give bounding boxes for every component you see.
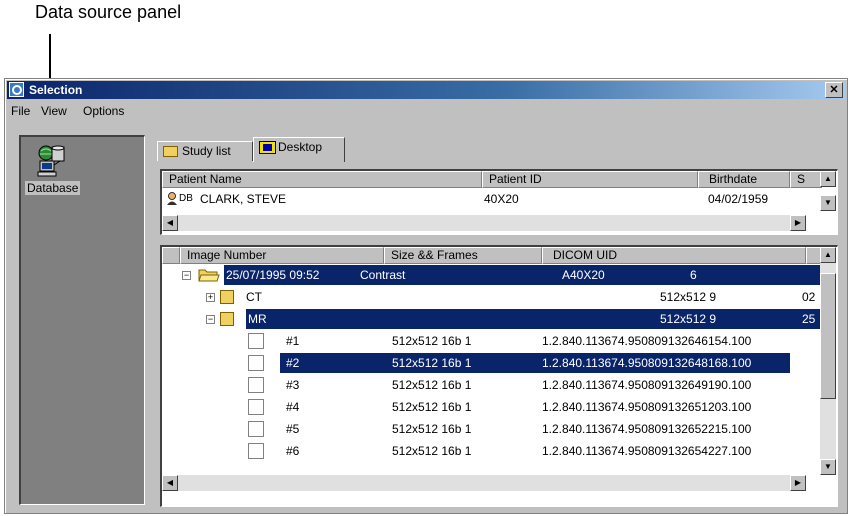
folder-icon: [163, 146, 178, 157]
image-row[interactable]: #3 512x512 16b 1 1.2.840.113674.95080913…: [162, 375, 837, 395]
column-patient-name[interactable]: Patient Name: [162, 171, 482, 188]
image-uid: 1.2.840.113674.950809132646154.100: [542, 334, 752, 348]
image-icon: [248, 443, 264, 459]
database-source[interactable]: Database: [25, 143, 81, 195]
desktop-icon: [259, 141, 276, 154]
image-number: #6: [286, 444, 300, 458]
tab-desktop[interactable]: Desktop: [253, 137, 345, 162]
open-folder-icon: [198, 269, 220, 282]
tab-study-list-label: Study list: [182, 144, 231, 158]
patient-id: 40X20: [484, 192, 519, 206]
series-extra-ct: 02: [802, 290, 816, 304]
image-row[interactable]: #4 512x512 16b 1 1.2.840.113674.95080913…: [162, 397, 837, 417]
image-row[interactable]: #1 512x512 16b 1 1.2.840.113674.95080913…: [162, 331, 837, 351]
column-image-number[interactable]: Image Number: [180, 247, 384, 264]
series-row-mr[interactable]: − MR 512x512 9 25: [162, 309, 837, 329]
study-id: A40X20: [562, 268, 605, 282]
series-size-ct: 512x512 9: [660, 290, 717, 304]
column-s[interactable]: S: [790, 171, 822, 188]
window-title: Selection: [29, 83, 83, 97]
database-icon: [34, 143, 70, 179]
data-source-panel: Database: [19, 135, 145, 505]
study-description: Contrast: [360, 268, 406, 282]
patient-list: Patient Name Patient ID Birthdate S ▲ ▼ …: [160, 169, 838, 235]
patient-hscroll-track[interactable]: [178, 215, 790, 231]
image-size: 512x512 16b 1: [392, 378, 472, 392]
patient-name: CLARK, STEVE: [200, 192, 287, 206]
column-blank: [162, 247, 180, 264]
collapse-icon[interactable]: −: [182, 271, 191, 280]
collapse-icon[interactable]: −: [206, 315, 215, 324]
series-row-ct[interactable]: + CT 512x512 9 02: [162, 287, 837, 307]
series-highlight: MR 512x512 9 25: [246, 309, 820, 329]
image-number: #1: [286, 334, 300, 348]
column-birthdate[interactable]: Birthdate: [698, 171, 790, 188]
image-scroll-down[interactable]: ▼: [820, 459, 836, 475]
image-uid: 1.2.840.113674.950809132651203.100: [542, 400, 752, 414]
column-size-frames[interactable]: Size && Frames: [384, 247, 542, 264]
menu-bar: File View Options: [7, 101, 845, 121]
image-number: #4: [286, 400, 300, 414]
image-uid: 1.2.840.113674.950809132648168.100: [542, 356, 752, 370]
menu-file[interactable]: File: [11, 104, 30, 118]
patient-scroll-right[interactable]: ▶: [790, 215, 806, 231]
image-icon: [248, 399, 264, 415]
patient-icon: [167, 192, 177, 205]
close-button[interactable]: ✕: [825, 82, 843, 98]
image-uid: 1.2.840.113674.950809132654227.100: [542, 444, 752, 458]
selection-window: Selection ✕ File View Options Database S…: [4, 78, 848, 514]
image-icon: [248, 333, 264, 349]
menu-options[interactable]: Options: [83, 104, 124, 118]
image-list: Image Number Size && Frames DICOM UID ▲ …: [160, 245, 838, 507]
image-size: 512x512 16b 1: [392, 356, 472, 370]
image-size: 512x512 16b 1: [392, 444, 472, 458]
image-row[interactable]: #5 512x512 16b 1 1.2.840.113674.95080913…: [162, 419, 837, 439]
patient-row[interactable]: DB CLARK, STEVE 40X20 04/02/1959: [162, 189, 837, 209]
patient-scroll-left[interactable]: ◀: [162, 215, 178, 231]
patient-scroll-up[interactable]: ▲: [820, 171, 836, 187]
image-size: 512x512 16b 1: [392, 334, 472, 348]
column-dicom-uid[interactable]: DICOM UID: [542, 247, 806, 264]
column-patient-id[interactable]: Patient ID: [482, 171, 698, 188]
image-size: 512x512 16b 1: [392, 422, 472, 436]
image-hscroll-track[interactable]: [178, 475, 790, 491]
tab-desktop-label: Desktop: [278, 140, 323, 154]
image-number: #3: [286, 378, 300, 392]
image-icon: [248, 421, 264, 437]
tab-study-list[interactable]: Study list: [157, 141, 253, 161]
study-row[interactable]: − 25/07/1995 09:52 Contrast A40X20 6: [162, 265, 837, 285]
study-datetime: 25/07/1995 09:52: [226, 268, 320, 282]
study-count: 6: [690, 268, 697, 282]
image-icon: [248, 377, 264, 393]
image-row[interactable]: #2 512x512 16b 1 1.2.840.113674.95080913…: [162, 353, 837, 373]
image-number: #2: [286, 356, 300, 370]
image-row[interactable]: #6 512x512 16b 1 1.2.840.113674.95080913…: [162, 441, 837, 461]
expand-icon[interactable]: +: [206, 293, 215, 302]
data-source-panel-annotation: Data source panel: [35, 2, 182, 22]
series-name-ct: CT: [246, 290, 262, 304]
image-scroll-up[interactable]: ▲: [820, 247, 836, 263]
series-name-mr: MR: [248, 312, 267, 326]
image-uid: 1.2.840.113674.950809132652215.100: [542, 422, 752, 436]
database-label: Database: [25, 181, 81, 195]
magnifier-icon: [9, 82, 24, 97]
image-scroll-right[interactable]: ▶: [790, 475, 806, 491]
series-extra-mr: 25: [802, 312, 816, 326]
image-icon: [248, 355, 264, 371]
image-scroll-left[interactable]: ◀: [162, 475, 178, 491]
title-bar[interactable]: Selection ✕: [7, 81, 845, 99]
study-highlight: 25/07/1995 09:52 Contrast A40X20 6: [224, 265, 820, 285]
menu-view[interactable]: View: [41, 104, 67, 118]
image-uid: 1.2.840.113674.950809132649190.100: [542, 378, 752, 392]
series-icon: [220, 290, 234, 304]
image-size: 512x512 16b 1: [392, 400, 472, 414]
series-size-mr: 512x512 9: [660, 312, 717, 326]
db-prefix: DB: [179, 193, 193, 204]
image-number: #5: [286, 422, 300, 436]
image-highlight: #2 512x512 16b 1 1.2.840.113674.95080913…: [280, 353, 790, 373]
series-icon: [220, 312, 234, 326]
patient-birthdate: 04/02/1959: [708, 192, 769, 206]
